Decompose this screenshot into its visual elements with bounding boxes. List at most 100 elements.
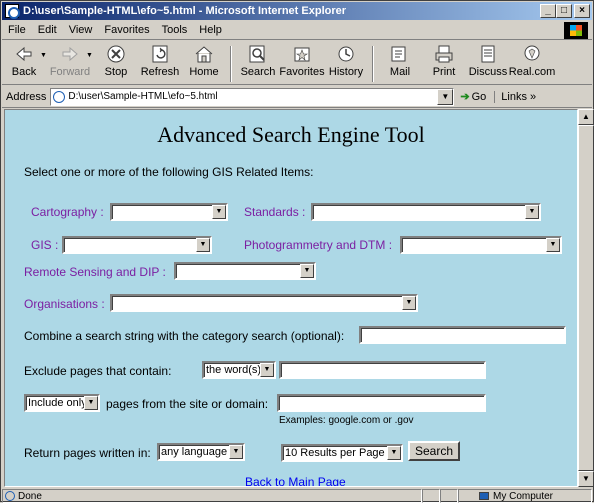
cartography-select[interactable]: ▼ (110, 203, 228, 221)
discuss-label: Discuss (468, 66, 508, 78)
combine-search-input[interactable] (359, 326, 566, 344)
status-text: Done (18, 490, 42, 502)
close-button[interactable]: × (574, 4, 590, 18)
favorites-icon (294, 47, 310, 62)
menu-file[interactable]: File (2, 24, 32, 36)
menu-favorites[interactable]: Favorites (98, 24, 155, 36)
language-select[interactable]: any language ▼ (157, 443, 245, 461)
ie-app-icon[interactable] (5, 4, 20, 19)
cartography-label: Cartography : (31, 205, 104, 219)
address-url[interactable]: D:\user\Sample-HTML\efo~5.html (68, 91, 437, 102)
go-label: Go (471, 90, 487, 103)
scroll-down-button[interactable]: ▼ (578, 471, 594, 487)
toolbar: Back ▼ Forward ▼ Stop Refresh Home Searc… (2, 41, 592, 85)
search-button[interactable]: Search (236, 44, 280, 78)
browser-window: D:\user\Sample-HTML\efo~5.html - Microso… (0, 0, 594, 503)
standards-select[interactable]: ▼ (311, 203, 541, 221)
discuss-icon (481, 45, 495, 63)
home-icon (195, 46, 213, 63)
back-arrow-icon (16, 46, 32, 62)
back-label: Back (11, 66, 37, 78)
scroll-thumb[interactable] (578, 125, 594, 471)
site-label: pages from the site or domain: (106, 397, 269, 411)
mail-button[interactable]: Mail (378, 44, 422, 78)
stop-icon (107, 45, 125, 63)
exclude-label: Exclude pages that contain: (24, 364, 172, 378)
maximize-button[interactable]: □ (556, 4, 572, 18)
home-button[interactable]: Home (182, 44, 226, 78)
status-bar: Done My Computer (2, 489, 592, 503)
photogrammetry-select[interactable]: ▼ (400, 236, 562, 254)
status-pane (422, 489, 440, 503)
page-icon (53, 90, 66, 103)
chevron-down-icon[interactable]: ▼ (229, 445, 243, 459)
realcom-icon (524, 45, 540, 61)
chevron-down-icon[interactable]: ▼ (84, 396, 98, 410)
print-button[interactable]: Print (422, 44, 466, 78)
links-button[interactable]: Links » (494, 90, 536, 103)
exclude-mode-select[interactable]: the word(s) ▼ (202, 361, 276, 379)
menu-help[interactable]: Help (193, 24, 228, 36)
address-input[interactable]: D:\user\Sample-HTML\efo~5.html ▼ (50, 87, 455, 106)
address-bar: Address D:\user\Sample-HTML\efo~5.html ▼… (2, 86, 592, 108)
favorites-button[interactable]: Favorites (279, 44, 325, 78)
home-label: Home (189, 66, 219, 78)
menu-tools[interactable]: Tools (156, 24, 194, 36)
forward-arrow-icon (62, 46, 78, 62)
chevron-down-icon[interactable]: ▼ (260, 363, 274, 377)
refresh-label: Refresh (140, 66, 180, 78)
back-dropdown-icon[interactable]: ▼ (40, 52, 48, 59)
remote-sensing-select[interactable]: ▼ (174, 262, 316, 280)
address-dropdown-button[interactable]: ▼ (437, 88, 454, 105)
status-pane (440, 489, 458, 503)
toolbar-separator (230, 46, 232, 82)
chevron-down-icon[interactable]: ▼ (212, 205, 226, 219)
realcom-label: Real.com (508, 66, 556, 78)
gis-label: GIS : (31, 238, 59, 252)
refresh-button[interactable]: Refresh (138, 44, 182, 78)
vertical-scrollbar[interactable]: ▲ ▼ (578, 109, 594, 487)
organisations-label: Organisations : (24, 297, 105, 311)
results-per-page-select[interactable]: 10 Results per Page ▼ (281, 444, 403, 462)
domain-examples-text: Examples: google.com or .gov (279, 415, 414, 426)
discuss-button[interactable]: Discuss (466, 44, 510, 78)
chevron-down-icon[interactable]: ▼ (300, 264, 314, 278)
stop-button[interactable]: Stop (94, 44, 138, 78)
address-label: Address (6, 90, 47, 103)
title-bar[interactable]: D:\user\Sample-HTML\efo~5.html - Microso… (2, 2, 592, 20)
include-mode-select[interactable]: Include only ▼ (24, 394, 100, 412)
search-submit-button[interactable]: Search (408, 441, 460, 461)
chevron-down-icon[interactable]: ▼ (546, 238, 560, 252)
print-label: Print (432, 66, 456, 78)
page-title: Advanced Search Engine Tool (157, 122, 425, 147)
chevron-down-icon[interactable]: ▼ (402, 296, 416, 310)
photogrammetry-label: Photogrammetry and DTM : (244, 238, 393, 252)
go-button[interactable]: ➔ Go (460, 90, 487, 104)
exclude-words-input[interactable] (279, 361, 486, 379)
chevron-down-icon[interactable]: ▼ (387, 446, 401, 460)
intro-text: Select one or more of the following GIS … (24, 165, 314, 179)
gis-select[interactable]: ▼ (62, 236, 212, 254)
forward-dropdown-icon[interactable]: ▼ (86, 52, 94, 59)
refresh-icon (152, 45, 168, 63)
combine-label: Combine a search string with the categor… (24, 329, 345, 343)
history-button[interactable]: History (324, 44, 368, 78)
chevron-down-icon[interactable]: ▼ (196, 238, 210, 252)
organisations-select[interactable]: ▼ (110, 294, 418, 312)
scroll-up-button[interactable]: ▲ (578, 109, 594, 125)
menu-edit[interactable]: Edit (32, 24, 63, 36)
realcom-button[interactable]: Real.com (508, 44, 556, 78)
back-to-main-link[interactable]: Back to Main Page (245, 475, 346, 486)
mail-icon (391, 46, 406, 62)
minimize-button[interactable]: _ (540, 4, 556, 18)
back-button[interactable]: Back (2, 44, 46, 78)
forward-label: Forward (49, 66, 91, 78)
go-arrow-icon: ➔ (460, 91, 470, 103)
site-domain-input[interactable] (277, 394, 486, 412)
toolbar-separator (372, 46, 374, 82)
menu-view[interactable]: View (63, 24, 99, 36)
forward-button[interactable]: Forward (48, 44, 92, 78)
history-icon (338, 46, 354, 62)
chevron-down-icon[interactable]: ▼ (525, 205, 539, 219)
zone-pane: My Computer (458, 489, 592, 503)
